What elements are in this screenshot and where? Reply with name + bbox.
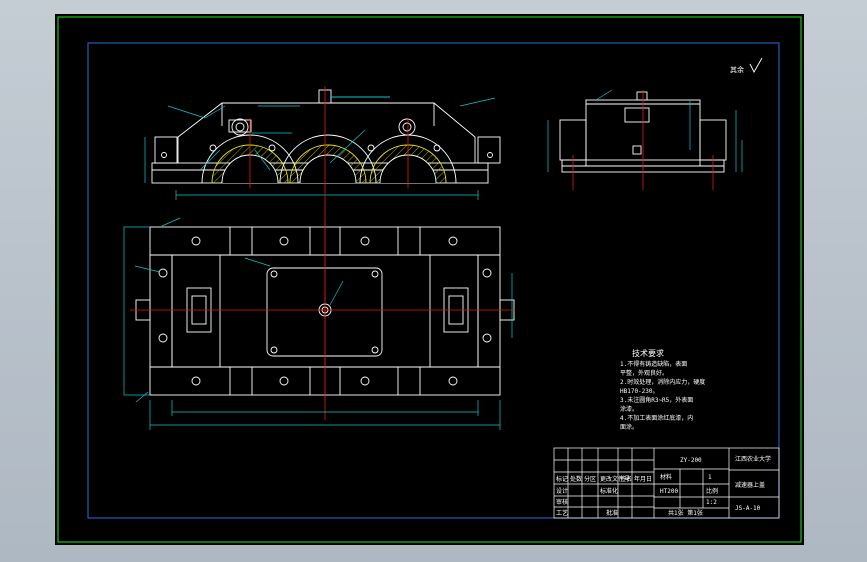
row-label: 审核: [556, 498, 568, 506]
scale-value: 1:2: [706, 499, 717, 506]
school-name: 江西农业大学: [735, 455, 771, 463]
tech-req-line: 平整，外观良好。: [620, 369, 668, 377]
tech-req-line: 2.时效处理，消除内应力，硬度: [620, 378, 705, 386]
row-label: 工艺: [556, 509, 568, 517]
tech-req-line: HB170-230。: [620, 388, 659, 395]
tech-req-line: 4.不加工表面涂红底漆，内: [620, 414, 693, 422]
drawing-background: [55, 14, 804, 545]
standardize-label: 标准化: [600, 487, 618, 495]
tech-req-line: 面涂。: [620, 423, 638, 431]
col-label: 年月日: [634, 475, 652, 483]
sheet-info: 共1张 第1张: [668, 509, 703, 517]
part-code: ZY-200: [680, 457, 702, 464]
approve-label: 批准: [606, 509, 618, 517]
quantity: 1: [708, 474, 712, 481]
col-label: 标记: [556, 475, 568, 483]
part-name: 减速器上盖: [735, 481, 765, 489]
row-label: 设计: [556, 487, 568, 495]
tech-req-title: 技术要求: [632, 348, 664, 358]
col-label: 签名: [620, 475, 632, 483]
col-label: 处数: [570, 475, 582, 483]
tech-req-line: 3.未注圆角R3~R5，外表面: [620, 396, 693, 404]
roughness-note: 其余: [730, 65, 744, 74]
material-value: HT200: [660, 488, 678, 495]
material-label: 材料: [660, 473, 672, 481]
tech-req-line: 涂漆。: [620, 405, 638, 413]
drawing-number: JS-A-10: [735, 505, 761, 512]
col-label: 分区: [584, 475, 596, 483]
cad-drawing-sheet: 其余 技术要求 1.不得有铸造缺陷，表面 平整，外观良好。 2.时效处理，消除内…: [55, 14, 804, 545]
scale-label: 比例: [706, 487, 718, 495]
tech-req-line: 1.不得有铸造缺陷，表面: [620, 360, 687, 368]
